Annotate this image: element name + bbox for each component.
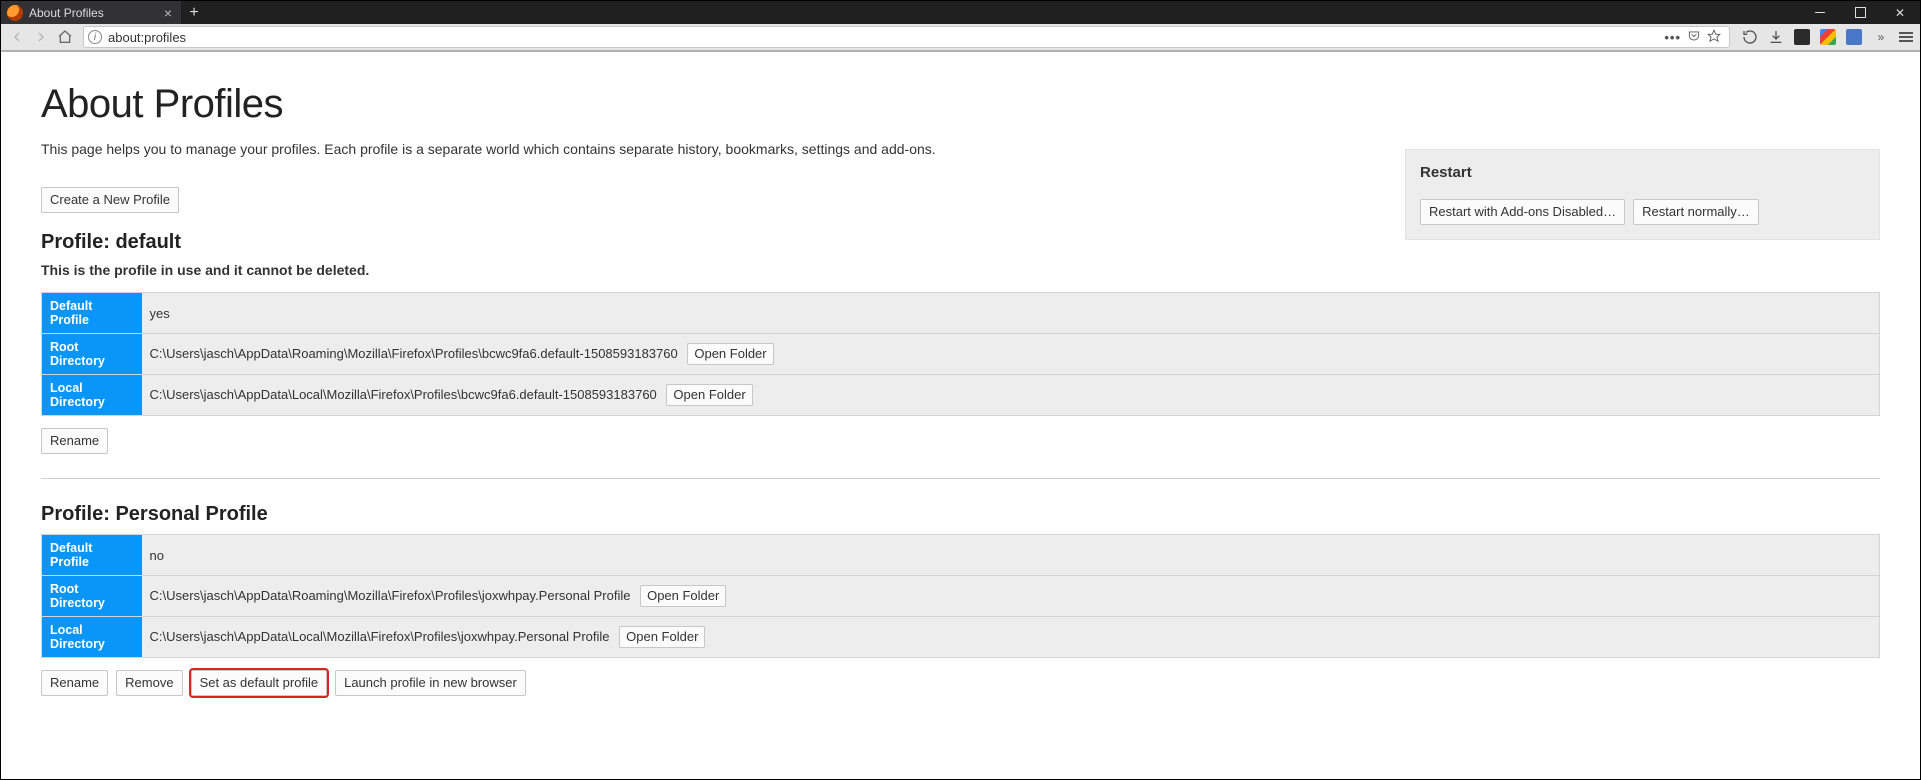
field-default-profile: Default Profile xyxy=(42,535,142,576)
restart-heading: Restart xyxy=(1420,164,1865,181)
table-row: Local Directory C:\Users\jasch\AppData\L… xyxy=(42,617,1880,658)
page-actions-icon[interactable]: ••• xyxy=(1664,30,1681,45)
extension-google-icon[interactable] xyxy=(1818,27,1838,47)
table-row: Root Directory C:\Users\jasch\AppData\Ro… xyxy=(42,334,1880,375)
window-maximize-button[interactable] xyxy=(1840,1,1880,24)
extension-badge-1-icon[interactable] xyxy=(1792,27,1812,47)
profile-default-table: Default Profile yes Root Directory C:\Us… xyxy=(41,292,1880,416)
profile-in-use-note: This is the profile in use and it cannot… xyxy=(41,262,1880,278)
profile-personal-section: Profile: Personal Profile Default Profil… xyxy=(41,503,1880,696)
table-row: Local Directory C:\Users\jasch\AppData\L… xyxy=(42,375,1880,416)
page-title: About Profiles xyxy=(41,82,1880,127)
window-close-button[interactable] xyxy=(1880,1,1920,24)
value-root-dir: C:\Users\jasch\AppData\Roaming\Mozilla\F… xyxy=(150,346,678,361)
navigation-toolbar: i about:profiles ••• » xyxy=(1,24,1920,52)
value-root-dir: C:\Users\jasch\AppData\Roaming\Mozilla\F… xyxy=(150,588,631,603)
remove-button[interactable]: Remove xyxy=(116,670,182,696)
reload-icon[interactable] xyxy=(1740,27,1760,47)
pocket-icon[interactable] xyxy=(1687,29,1701,46)
field-root-dir: Root Directory xyxy=(42,334,142,375)
table-row: Root Directory C:\Users\jasch\AppData\Ro… xyxy=(42,576,1880,617)
open-local-folder-button[interactable]: Open Folder xyxy=(666,384,752,406)
value-local-dir: C:\Users\jasch\AppData\Local\Mozilla\Fir… xyxy=(150,387,657,402)
tab-title: About Profiles xyxy=(29,6,161,20)
forward-button xyxy=(29,25,53,49)
launch-profile-button[interactable]: Launch profile in new browser xyxy=(335,670,526,696)
create-profile-button[interactable]: Create a New Profile xyxy=(41,187,179,213)
open-root-folder-button[interactable]: Open Folder xyxy=(687,343,773,365)
home-button[interactable] xyxy=(53,25,77,49)
rename-button[interactable]: Rename xyxy=(41,670,108,696)
back-button xyxy=(5,25,29,49)
overflow-menu-icon[interactable]: » xyxy=(1870,27,1890,47)
field-root-dir: Root Directory xyxy=(42,576,142,617)
value-default-profile: yes xyxy=(142,293,1880,334)
separator xyxy=(41,478,1880,479)
browser-tab-bar: About Profiles × + xyxy=(1,1,1920,24)
url-text: about:profiles xyxy=(108,30,1664,45)
field-local-dir: Local Directory xyxy=(42,617,142,658)
download-icon[interactable] xyxy=(1766,27,1786,47)
extension-badge-2-icon[interactable] xyxy=(1844,27,1864,47)
rename-button[interactable]: Rename xyxy=(41,428,108,454)
site-info-icon[interactable]: i xyxy=(88,30,102,44)
value-default-profile: no xyxy=(142,535,1880,576)
table-row: Default Profile no xyxy=(42,535,1880,576)
url-bar[interactable]: i about:profiles ••• xyxy=(83,26,1730,48)
profile-default-section: Profile: default This is the profile in … xyxy=(41,231,1880,454)
restart-normally-button[interactable]: Restart normally… xyxy=(1633,199,1759,225)
about-profiles-page: About Profiles This page helps you to ma… xyxy=(1,54,1920,779)
field-default-profile: Default Profile xyxy=(42,293,142,334)
new-tab-button[interactable]: + xyxy=(181,1,207,24)
restart-addons-disabled-button[interactable]: Restart with Add-ons Disabled… xyxy=(1420,199,1625,225)
firefox-icon xyxy=(7,5,23,21)
open-local-folder-button[interactable]: Open Folder xyxy=(619,626,705,648)
bookmark-star-icon[interactable] xyxy=(1707,29,1721,46)
profile-personal-heading: Profile: Personal Profile xyxy=(41,503,1880,526)
set-default-profile-button[interactable]: Set as default profile xyxy=(191,670,328,696)
tab-about-profiles[interactable]: About Profiles × xyxy=(1,1,181,24)
restart-panel: Restart Restart with Add-ons Disabled… R… xyxy=(1405,149,1880,240)
table-row: Default Profile yes xyxy=(42,293,1880,334)
value-local-dir: C:\Users\jasch\AppData\Local\Mozilla\Fir… xyxy=(150,629,610,644)
window-minimize-button[interactable] xyxy=(1800,1,1840,24)
app-menu-button[interactable] xyxy=(1896,27,1916,47)
open-root-folder-button[interactable]: Open Folder xyxy=(640,585,726,607)
close-tab-icon[interactable]: × xyxy=(161,6,175,20)
profile-personal-table: Default Profile no Root Directory C:\Use… xyxy=(41,534,1880,658)
field-local-dir: Local Directory xyxy=(42,375,142,416)
